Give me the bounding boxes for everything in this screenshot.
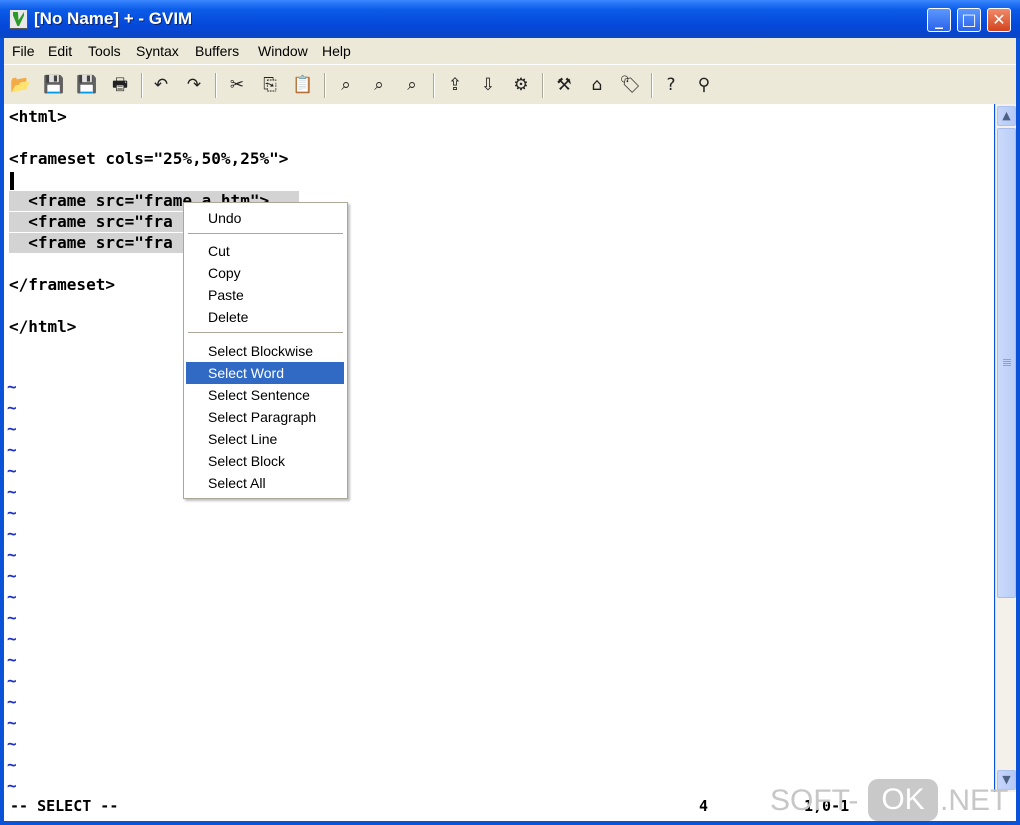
title-bar[interactable]: [No Name] + - GVIM _ □ ✕ <box>0 0 1020 38</box>
menu-file[interactable]: File <box>12 43 35 59</box>
menu-buffers[interactable]: Buffers <box>195 43 239 59</box>
find-prev-icon[interactable]: ⌕ <box>400 73 424 97</box>
selected-code-line[interactable]: <frame src="fra <box>9 212 189 232</box>
code-line[interactable]: <frameset cols="25%,50%,25%"> <box>9 149 288 169</box>
menu-item-select-line[interactable]: Select Line <box>186 428 344 450</box>
scrollbar-thumb[interactable] <box>997 128 1016 598</box>
empty-line-marker: ~ <box>7 713 17 732</box>
toolbar-separator <box>141 73 143 98</box>
empty-line-marker: ~ <box>7 734 17 753</box>
selection-size: 4 <box>699 797 709 815</box>
empty-line-marker: ~ <box>7 629 17 648</box>
menu-syntax[interactable]: Syntax <box>136 43 179 59</box>
menu-help[interactable]: Help <box>322 43 351 59</box>
context-menu: Undo Cut Copy Paste Delete Select Blockw… <box>183 202 348 499</box>
menu-item-paste[interactable]: Paste <box>186 284 344 306</box>
scroll-up-icon[interactable]: ▲ <box>997 106 1016 126</box>
open-icon[interactable]: 📂 <box>9 73 33 97</box>
vim-app-icon[interactable] <box>9 9 28 29</box>
menu-window[interactable]: Window <box>258 43 308 59</box>
mode-indicator: -- SELECT -- <box>10 797 119 815</box>
empty-line-marker: ~ <box>7 545 17 564</box>
minimize-button[interactable]: _ <box>927 8 951 32</box>
text-cursor <box>10 172 14 190</box>
undo-icon[interactable]: ↶ <box>149 73 173 97</box>
empty-line-marker: ~ <box>7 398 17 417</box>
toolbar-separator <box>215 73 217 98</box>
load-session-icon[interactable]: ⇪ <box>443 73 467 97</box>
toolbar-separator <box>542 73 544 98</box>
empty-line-marker: ~ <box>7 650 17 669</box>
copy-icon[interactable]: ⎘ <box>258 73 282 97</box>
menu-separator <box>188 233 343 235</box>
toolbar: 📂 💾 💾 🖶 ↶ ↷ ✂ ⎘ 📋 ⌕ ⌕ ⌕ ⇪ ⇩ ⚙ ⚒ ⌂ 🏷 ? ⚲ <box>4 64 1016 104</box>
save-all-icon[interactable]: 💾 <box>75 73 99 97</box>
menu-item-select-block[interactable]: Select Block <box>186 450 344 472</box>
menu-item-select-paragraph[interactable]: Select Paragraph <box>186 406 344 428</box>
grip-icon <box>1003 359 1011 360</box>
empty-line-marker: ~ <box>7 755 17 774</box>
run-script-icon[interactable]: ⚙ <box>509 73 533 97</box>
empty-line-marker: ~ <box>7 524 17 543</box>
menu-separator <box>188 332 343 334</box>
code-line[interactable]: </frameset> <box>9 275 115 295</box>
selected-code-line[interactable]: <frame src="fra <box>9 233 189 253</box>
code-line[interactable]: </html> <box>9 317 76 337</box>
code-line[interactable]: <html> <box>9 107 67 127</box>
make-icon[interactable]: ⚒ <box>552 73 576 97</box>
empty-line-marker: ~ <box>7 692 17 711</box>
menu-item-select-sentence[interactable]: Select Sentence <box>186 384 344 406</box>
status-line: -- SELECT -- 4 1,0-1 <box>4 792 1016 821</box>
empty-line-marker: ~ <box>7 608 17 627</box>
gvim-window: [No Name] + - GVIM _ □ ✕ File Edit Tools… <box>0 0 1020 825</box>
toolbar-separator <box>651 73 653 98</box>
empty-line-marker: ~ <box>7 377 17 396</box>
watermark-net: .NET <box>940 784 1009 817</box>
find-help-icon[interactable]: ⚲ <box>692 73 716 97</box>
menu-bar: File Edit Tools Syntax Buffers Window He… <box>4 38 1016 64</box>
empty-line-marker: ~ <box>7 482 17 501</box>
empty-line-marker: ~ <box>7 440 17 459</box>
help-icon[interactable]: ? <box>659 73 683 97</box>
cut-icon[interactable]: ✂ <box>225 73 249 97</box>
empty-line-marker: ~ <box>7 503 17 522</box>
shell-icon[interactable]: ⌂ <box>585 73 609 97</box>
menu-item-cut[interactable]: Cut <box>186 240 344 262</box>
text-editor-area[interactable]: <html> <frameset cols="25%,50%,25%"> <fr… <box>4 104 994 792</box>
empty-line-marker: ~ <box>7 587 17 606</box>
menu-edit[interactable]: Edit <box>48 43 72 59</box>
tag-icon[interactable]: 🏷 <box>618 73 642 97</box>
save-session-icon[interactable]: ⇩ <box>476 73 500 97</box>
menu-item-delete[interactable]: Delete <box>186 306 344 328</box>
watermark-ok: OK <box>868 779 938 821</box>
empty-line-marker: ~ <box>7 776 17 792</box>
empty-line-marker: ~ <box>7 671 17 690</box>
menu-item-select-word[interactable]: Select Word <box>186 362 344 384</box>
menu-item-copy[interactable]: Copy <box>186 262 344 284</box>
toolbar-separator <box>433 73 435 98</box>
close-button[interactable]: ✕ <box>987 8 1011 32</box>
vertical-scrollbar[interactable]: ▲ ▼ <box>995 104 1016 792</box>
menu-tools[interactable]: Tools <box>88 43 121 59</box>
empty-line-marker: ~ <box>7 419 17 438</box>
menu-item-select-blockwise[interactable]: Select Blockwise <box>186 340 344 362</box>
redo-icon[interactable]: ↷ <box>182 73 206 97</box>
save-icon[interactable]: 💾 <box>42 73 66 97</box>
window-title: [No Name] + - GVIM <box>34 9 193 28</box>
paste-icon[interactable]: 📋 <box>291 73 315 97</box>
find-next-icon[interactable]: ⌕ <box>367 73 391 97</box>
menu-item-select-all[interactable]: Select All <box>186 472 344 494</box>
menu-item-undo[interactable]: Undo <box>186 207 344 229</box>
maximize-button[interactable]: □ <box>957 8 981 32</box>
watermark-soft: SOFT- <box>770 784 859 817</box>
empty-line-marker: ~ <box>7 461 17 480</box>
replace-icon[interactable]: ⌕ <box>334 73 358 97</box>
print-icon[interactable]: 🖶 <box>108 73 132 97</box>
toolbar-separator <box>324 73 326 98</box>
empty-line-marker: ~ <box>7 566 17 585</box>
